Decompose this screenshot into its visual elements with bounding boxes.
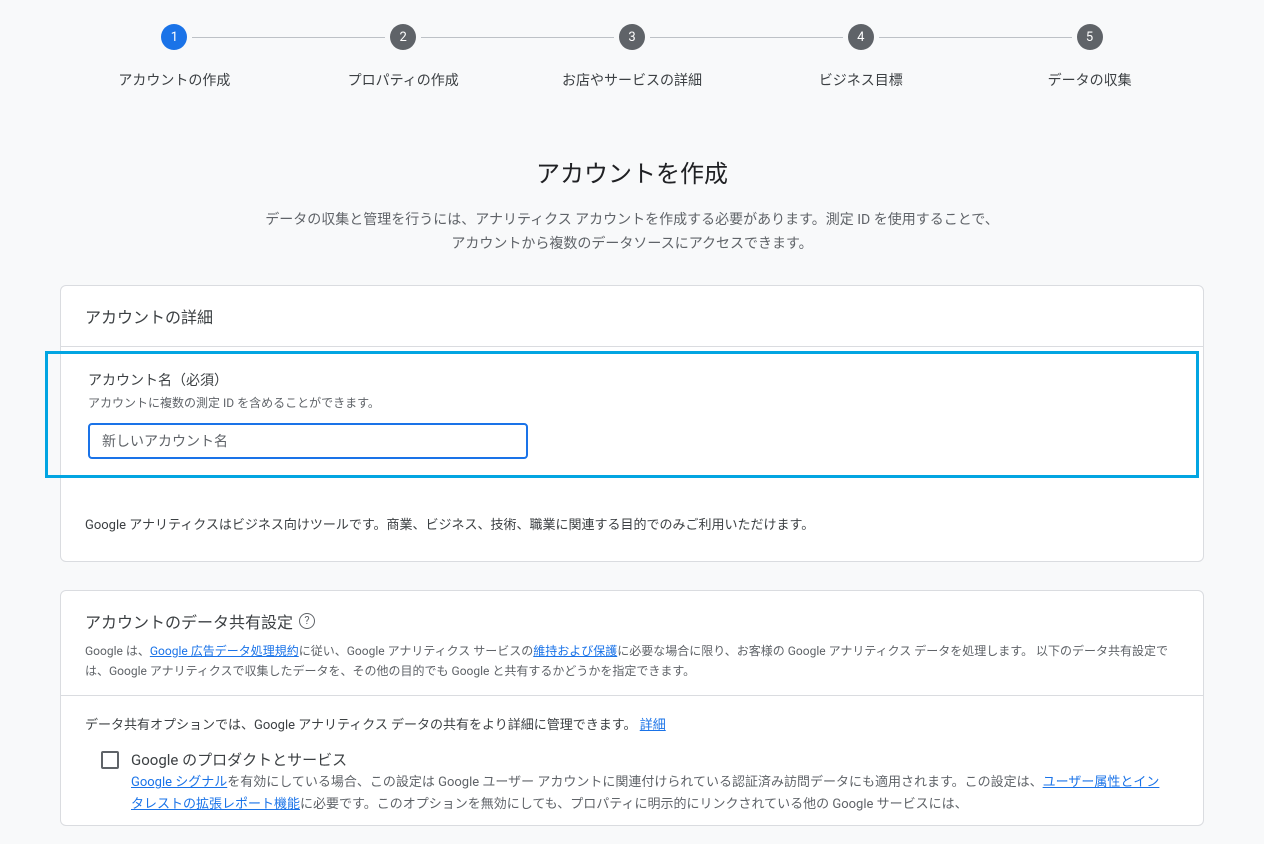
page-title: アカウントを作成 xyxy=(0,154,1264,189)
policy-pre: Google は、 xyxy=(85,644,150,658)
policy-text: Google は、Google 広告データ処理規約に従い、Google アナリテ… xyxy=(61,637,1203,697)
step-circle: 2 xyxy=(390,24,416,50)
policy-link-maintain[interactable]: 維持および保護 xyxy=(533,644,617,658)
step-3[interactable]: 3 お店やサービスの詳細 xyxy=(518,24,747,90)
step-label: プロパティの作成 xyxy=(348,70,459,90)
policy-link-ads-terms[interactable]: Google 広告データ処理規約 xyxy=(150,644,299,658)
step-label: お店やサービスの詳細 xyxy=(562,70,702,90)
step-label: ビジネス目標 xyxy=(819,70,903,90)
desc-post: に必要です。このオプションを無効にしても、プロパティに明示的にリンクされている他… xyxy=(300,797,968,812)
step-label: アカウントの作成 xyxy=(118,70,230,90)
step-connector xyxy=(650,37,843,38)
step-connector xyxy=(192,37,385,38)
usage-note: Google アナリティクスはビジネス向けツールです。商業、ビジネス、技術、職業… xyxy=(85,514,1179,533)
page-subtitle: データの収集と管理を行うには、アナリティクス アカウントを作成する必要があります… xyxy=(262,209,1002,257)
checkbox-input[interactable] xyxy=(101,751,119,769)
account-name-input[interactable] xyxy=(88,423,528,459)
step-circle: 3 xyxy=(619,24,645,50)
step-2[interactable]: 2 プロパティの作成 xyxy=(289,24,518,90)
checkbox-desc: Google シグナルを有効にしている場合、この設定は Google ユーザー … xyxy=(131,772,1163,816)
link-google-signals[interactable]: Google シグナル xyxy=(131,775,227,790)
account-name-label: アカウント名（必須） xyxy=(88,370,1176,390)
sharing-header: アカウントのデータ共有設定 ? xyxy=(85,609,1179,633)
step-circle: 5 xyxy=(1077,24,1103,50)
account-details-card: アカウントの詳細 アカウント名（必須） アカウントに複数の測定 ID を含めるこ… xyxy=(60,285,1204,562)
sharing-details-link[interactable]: 詳細 xyxy=(640,718,666,733)
sharing-header-text: アカウントのデータ共有設定 xyxy=(85,609,293,633)
sharing-options-intro: データ共有オプションでは、Google アナリティクス データの共有をより詳細に… xyxy=(61,696,1203,741)
data-sharing-card: アカウントのデータ共有設定 ? Google は、Google 広告データ処理規… xyxy=(60,590,1204,826)
desc-mid: を有効にしている場合、この設定は Google ユーザー アカウントに関連付けら… xyxy=(227,775,1042,790)
step-connector xyxy=(421,37,614,38)
help-icon[interactable]: ? xyxy=(299,613,315,629)
step-label: データの収集 xyxy=(1048,70,1132,90)
checkbox-google-products: Google のプロダクトとサービス Google シグナルを有効にしている場合… xyxy=(61,741,1203,824)
opt-line-pre: データ共有オプションでは、Google アナリティクス データの共有をより詳細に… xyxy=(85,718,640,733)
account-name-highlight: アカウント名（必須） アカウントに複数の測定 ID を含めることができます。 xyxy=(45,351,1199,478)
step-4[interactable]: 4 ビジネス目標 xyxy=(746,24,975,90)
step-1[interactable]: 1 アカウントの作成 xyxy=(60,24,289,90)
step-connector xyxy=(879,37,1072,38)
stepper: 1 アカウントの作成 2 プロパティの作成 3 お店やサービスの詳細 4 ビジネ… xyxy=(0,0,1264,106)
step-5[interactable]: 5 データの収集 xyxy=(975,24,1204,90)
card-header: アカウントの詳細 xyxy=(61,286,1203,347)
step-circle: 4 xyxy=(848,24,874,50)
step-circle: 1 xyxy=(161,24,187,50)
account-name-hint: アカウントに複数の測定 ID を含めることができます。 xyxy=(88,394,1176,411)
policy-mid: に従い、Google アナリティクス サービスの xyxy=(299,644,534,658)
